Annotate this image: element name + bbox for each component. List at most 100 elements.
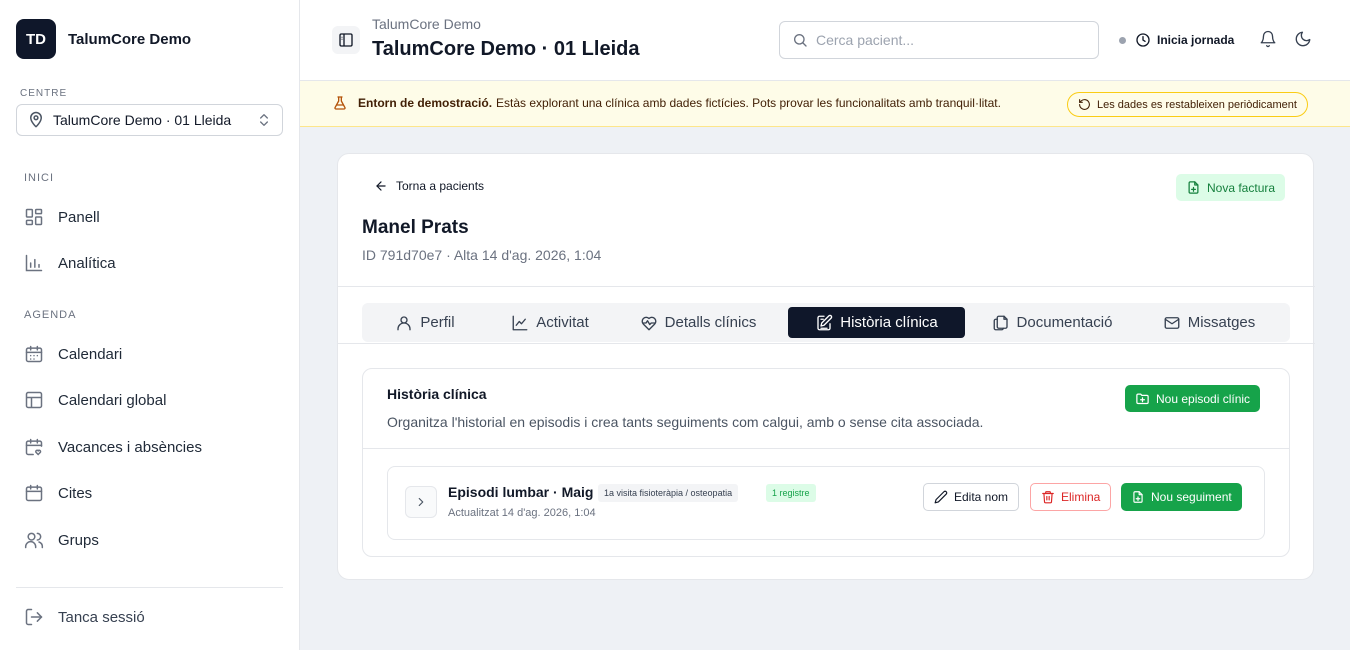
sidebar-item-vacances[interactable]: Vacances i absències <box>24 435 202 459</box>
tab-label: Detalls clínics <box>664 314 757 331</box>
tab-perfil[interactable]: Perfil <box>368 307 482 338</box>
sidebar-item-calendari-global[interactable]: Calendari global <box>24 388 166 412</box>
search-icon <box>792 32 808 48</box>
chevron-right-icon <box>414 495 428 509</box>
demo-banner-message: Entorn de demostració. Estàs explorant u… <box>332 95 1001 111</box>
logout-label: Tanca sessió <box>58 608 145 626</box>
arrow-left-icon <box>374 179 388 193</box>
expand-episode-button[interactable] <box>405 486 437 518</box>
tab-activitat[interactable]: Activitat <box>492 307 608 338</box>
edit-name-button[interactable]: Edita nom <box>923 483 1020 511</box>
sidebar-item-label: Calendari global <box>58 391 167 409</box>
new-followup-label: Nou seguiment <box>1151 490 1232 504</box>
grid-icon <box>24 207 44 227</box>
card-divider <box>338 286 1315 287</box>
documents-icon <box>992 314 1010 332</box>
sidebar: TD TalumCore Demo CENTRE TalumCore Demo … <box>0 0 300 650</box>
demo-banner-bold: Entorn de demostració. <box>358 96 493 110</box>
tab-historia-clinica[interactable]: Història clínica <box>788 307 965 338</box>
centre-select[interactable]: TalumCore Demo · 01 Lleida <box>16 104 283 136</box>
reset-info-label: Les dades es restableixen periòdicament <box>1097 98 1297 111</box>
activity-icon <box>511 314 529 332</box>
tab-label: Activitat <box>536 314 589 331</box>
panel-left-icon <box>338 32 354 48</box>
patient-card: Torna a pacients Nova factura Manel Prat… <box>337 153 1315 580</box>
tab-label: Missatges <box>1187 314 1256 331</box>
sidebar-divider <box>16 587 283 588</box>
sidebar-toggle-button[interactable] <box>332 26 360 54</box>
delete-episode-label: Elimina <box>1061 490 1101 504</box>
moon-icon[interactable] <box>1294 30 1314 50</box>
rotate-ccw-icon <box>1078 98 1091 111</box>
brand-name: TalumCore Demo <box>68 30 192 48</box>
search-input[interactable] <box>816 32 1076 48</box>
new-invoice-button[interactable]: Nova factura <box>1176 174 1286 201</box>
sidebar-item-label: Cites <box>58 484 93 502</box>
patient-meta: ID 791d70e7 · Alta 14 d'ag. 2026, 1:04 <box>362 247 602 263</box>
flask-icon <box>332 95 348 111</box>
panel-title: Història clínica <box>387 386 487 402</box>
centre-select-value: TalumCore Demo · 01 Lleida <box>53 112 232 128</box>
demo-banner-text: Estàs explorant una clínica amb dades fi… <box>496 96 1001 110</box>
section-label-inici: INICI <box>24 172 55 184</box>
delete-episode-button[interactable]: Elimina <box>1030 483 1112 511</box>
start-shift-label: Inicia jornada <box>1157 33 1235 47</box>
sidebar-item-label: Calendari <box>58 345 123 363</box>
back-link-label: Torna a pacients <box>396 179 485 193</box>
user-icon <box>395 314 413 332</box>
search-box <box>779 21 1099 59</box>
pencil-icon <box>934 490 948 504</box>
section-label-agenda: AGENDA <box>24 309 77 321</box>
file-plus-icon <box>1131 490 1145 504</box>
clinical-history-panel: Història clínica Organitza l'historial e… <box>362 368 1290 557</box>
new-followup-button[interactable]: Nou seguiment <box>1121 483 1242 511</box>
sidebar-item-cites[interactable]: Cites <box>24 481 92 505</box>
bell-icon[interactable] <box>1259 30 1279 50</box>
tab-documentacio[interactable]: Documentació <box>982 307 1122 338</box>
brand-avatar: TD <box>16 19 56 59</box>
edit-note-icon <box>815 314 833 332</box>
back-to-patients-link[interactable]: Torna a pacients <box>374 179 484 193</box>
demo-banner: Entorn de demostració. Estàs explorant u… <box>300 81 1350 127</box>
panel-description: Organitza l'historial en episodis i crea… <box>387 414 984 430</box>
map-pin-icon <box>27 111 45 129</box>
episode-title: Episodi lumbar · Maig <box>448 484 594 500</box>
brand[interactable]: TD TalumCore Demo <box>16 19 191 59</box>
sidebar-item-panell[interactable]: Panell <box>24 205 100 229</box>
sidebar-item-label: Panell <box>58 208 100 226</box>
calendar-icon <box>24 483 44 503</box>
tab-detalls-clinics[interactable]: Detalls clínics <box>626 307 770 338</box>
start-shift-button[interactable]: Inicia jornada <box>1119 30 1234 50</box>
chevron-up-down-icon <box>256 112 272 128</box>
trash-icon <box>1041 490 1055 504</box>
tab-label: Història clínica <box>840 314 938 331</box>
sidebar-item-grups[interactable]: Grups <box>24 528 99 552</box>
sidebar-item-analitica[interactable]: Analítica <box>24 251 116 275</box>
episode-type-badge: 1a visita fisioteràpia / osteopatia <box>598 484 739 502</box>
card-divider <box>338 343 1315 344</box>
mail-icon <box>1163 314 1181 332</box>
users-icon <box>24 530 44 550</box>
patient-name: Manel Prats <box>362 217 469 238</box>
sidebar-item-label: Grups <box>58 531 99 549</box>
calendar-icon <box>24 344 44 364</box>
new-episode-button[interactable]: Nou episodi clínic <box>1125 385 1261 412</box>
sidebar-item-calendari[interactable]: Calendari <box>24 342 122 366</box>
episode-count-badge: 1 registre <box>766 484 816 502</box>
header-subtitle: TalumCore Demo <box>372 16 481 32</box>
sidebar-item-label: Analítica <box>58 254 116 272</box>
page-title: TalumCore Demo · 01 Lleida <box>372 38 640 60</box>
episode-updated: Actualitzat 14 d'ag. 2026, 1:04 <box>448 507 596 519</box>
tab-label: Documentació <box>1016 314 1113 331</box>
logout-icon <box>24 607 44 627</box>
top-header: TalumCore Demo TalumCore Demo · 01 Lleid… <box>300 0 1350 81</box>
edit-name-label: Edita nom <box>954 490 1009 504</box>
tab-missatges[interactable]: Missatges <box>1148 307 1270 338</box>
new-invoice-label: Nova factura <box>1207 180 1276 195</box>
sidebar-item-label: Vacances i absències <box>58 438 202 456</box>
new-episode-label: Nou episodi clínic <box>1156 391 1251 406</box>
file-plus-icon <box>1186 180 1201 195</box>
logout-button[interactable]: Tanca sessió <box>24 607 145 627</box>
episode-item: Episodi lumbar · Maig 1a visita fisioter… <box>387 466 1265 540</box>
reset-info-badge: Les dades es restableixen periòdicament <box>1067 92 1308 117</box>
